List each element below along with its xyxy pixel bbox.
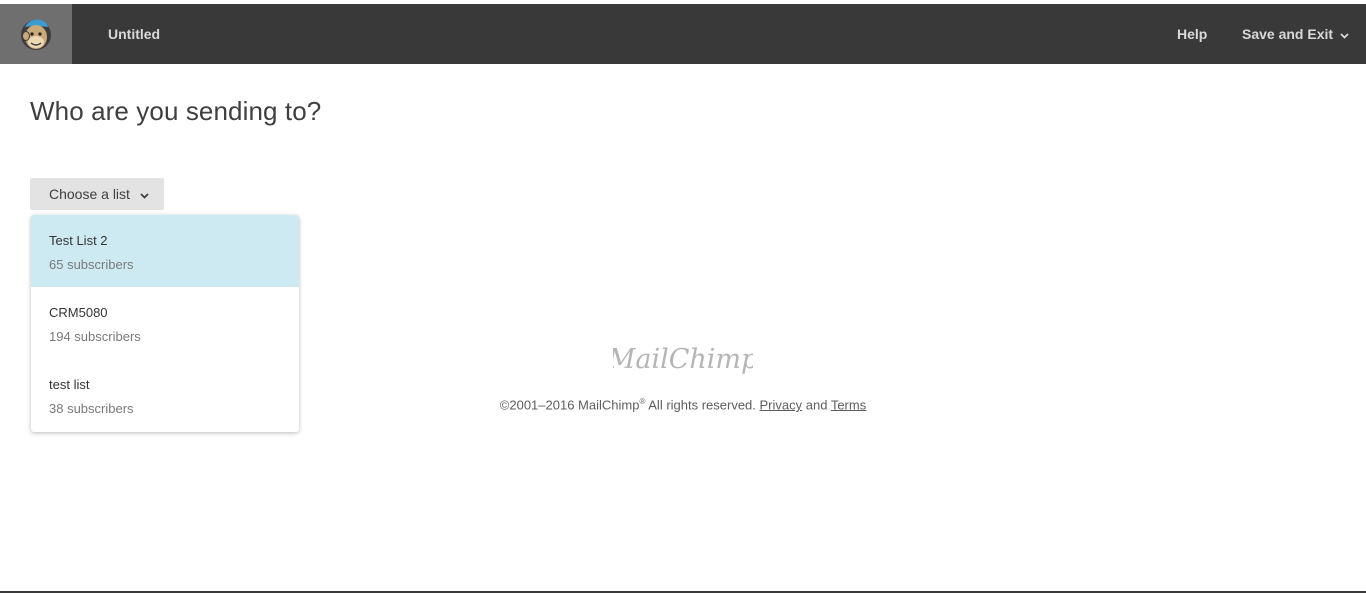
mailchimp-wordmark: MailChimp [613, 344, 753, 375]
list-subscriber-count: 65 subscribers [49, 257, 134, 272]
list-name: Test List 2 [49, 233, 108, 248]
mailchimp-freddie-icon [21, 19, 51, 50]
footer: MailChimp ©2001–2016 MailChimp® All righ… [0, 340, 1366, 412]
choose-list-label: Choose a list [49, 186, 130, 202]
chevron-down-icon [140, 186, 149, 202]
terms-link[interactable]: Terms [831, 397, 866, 412]
privacy-link[interactable]: Privacy [760, 397, 803, 412]
copyright-prefix: ©2001–2016 MailChimp [499, 397, 640, 413]
rights-text: All rights reserved. [645, 397, 760, 413]
save-and-exit-button[interactable]: Save and Exit [1242, 26, 1349, 42]
page-heading: Who are you sending to? [30, 96, 322, 126]
campaign-title[interactable]: Untitled [108, 26, 160, 42]
save-and-exit-label: Save and Exit [1242, 26, 1334, 42]
home-logo-button[interactable] [0, 4, 72, 64]
help-link[interactable]: Help [1177, 26, 1207, 42]
chevron-down-icon [1340, 26, 1349, 42]
and-text: and [802, 397, 831, 413]
copyright-text: ©2001–2016 MailChimp® All rights reserve… [0, 397, 1366, 412]
list-name: CRM5080 [49, 305, 108, 320]
choose-list-button[interactable]: Choose a list [30, 178, 164, 210]
top-bar: Untitled Help Save and Exit [0, 4, 1366, 64]
list-option-test-list-2[interactable]: Test List 2 65 subscribers [31, 215, 299, 287]
mailchimp-wordmark-logo: MailChimp [607, 340, 759, 385]
